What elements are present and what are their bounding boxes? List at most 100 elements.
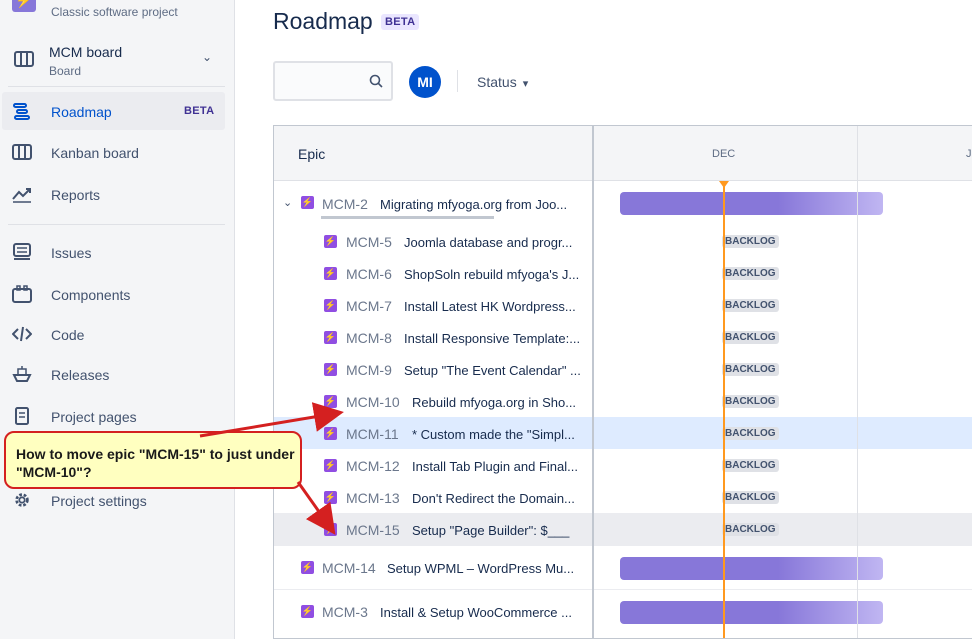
reports-icon xyxy=(12,188,31,203)
epic-icon: ⚡ xyxy=(301,605,314,618)
page-icon xyxy=(15,407,29,425)
issue-key[interactable]: MCM-13 xyxy=(346,490,400,506)
kanban-icon xyxy=(12,144,32,160)
issue-key[interactable]: MCM-12 xyxy=(346,458,400,474)
epic-icon: ⚡ xyxy=(324,235,337,248)
table-row[interactable]: ⚡ MCM-9 Setup "The Event Calendar" ... B… xyxy=(274,353,972,385)
sidebar-item-kanban-board[interactable]: Kanban board xyxy=(2,133,225,171)
status-badge: BACKLOG xyxy=(722,299,779,312)
epic-timeline-bar[interactable] xyxy=(620,557,883,580)
status-badge: BACKLOG xyxy=(722,363,779,376)
table-row-hovered[interactable]: ⚡ MCM-15 Setup "Page Builder": $___ BACK… xyxy=(274,513,972,545)
issue-summary[interactable]: Install Tab Plugin and Final... xyxy=(412,459,586,474)
releases-icon xyxy=(12,366,32,382)
table-row[interactable]: ⚡ MCM-13 Don't Redirect the Domain... BA… xyxy=(274,481,972,513)
issue-summary[interactable]: ShopSoln rebuild mfyoga's J... xyxy=(404,267,586,282)
epic-timeline-bar[interactable] xyxy=(620,192,883,215)
issue-summary[interactable]: Don't Redirect the Domain... xyxy=(412,491,586,506)
epic-icon: ⚡ xyxy=(301,196,314,209)
epic-icon: ⚡ xyxy=(324,427,337,440)
chevron-down-icon[interactable]: ⌄ xyxy=(202,50,212,64)
issue-summary[interactable]: * Custom made the "Simpl... xyxy=(412,427,586,442)
status-badge: BACKLOG xyxy=(722,523,779,536)
board-selector[interactable]: MCM board Board ⌄ xyxy=(0,40,235,82)
sidebar-item-issues[interactable]: Issues xyxy=(2,233,225,271)
table-row[interactable]: ⚡ MCM-12 Install Tab Plugin and Final...… xyxy=(274,449,972,481)
issue-key[interactable]: MCM-11 xyxy=(346,426,399,442)
avatar[interactable]: MI xyxy=(409,66,441,98)
table-row[interactable]: ⚡ MCM-14 Setup WPML – WordPress Mu... xyxy=(274,545,972,589)
sidebar-item-roadmap[interactable]: Roadmap BETA xyxy=(2,92,225,130)
sidebar-item-label: Roadmap xyxy=(51,104,112,120)
sidebar-item-label: Kanban board xyxy=(51,145,139,161)
column-divider[interactable] xyxy=(592,126,594,638)
chevron-down-icon[interactable]: ⌄ xyxy=(283,196,292,209)
sidebar-item-reports[interactable]: Reports xyxy=(2,175,225,213)
issue-key[interactable]: MCM-5 xyxy=(346,234,392,250)
code-icon xyxy=(12,326,32,342)
table-row[interactable]: ⌄ ⚡ MCM-2 Migrating mfyoga.org from Joo.… xyxy=(274,181,972,225)
status-badge: BACKLOG xyxy=(722,267,779,280)
sidebar: ⚡ Classic software project MCM board Boa… xyxy=(0,0,235,639)
sidebar-item-project-pages[interactable]: Project pages xyxy=(2,397,225,435)
table-row[interactable]: ⚡ MCM-6 ShopSoln rebuild mfyoga's J... B… xyxy=(274,257,972,289)
issue-key[interactable]: MCM-14 xyxy=(322,560,376,576)
month-divider xyxy=(857,126,858,638)
issue-summary[interactable]: Joomla database and progr... xyxy=(404,235,586,250)
epic-column-header: Epic xyxy=(274,126,593,181)
epic-icon: ⚡ xyxy=(324,491,337,504)
sidebar-item-code[interactable]: Code xyxy=(2,315,225,353)
components-icon xyxy=(12,285,32,303)
issue-summary[interactable]: Install Responsive Template:... xyxy=(404,331,586,346)
beta-badge: BETA xyxy=(184,105,215,117)
status-filter-label: Status xyxy=(477,74,517,90)
sidebar-item-label: Issues xyxy=(51,245,92,261)
table-row-selected[interactable]: ⚡ MCM-11 * Custom made the "Simpl... BAC… xyxy=(274,417,972,449)
board-name: MCM board xyxy=(49,44,123,60)
issue-key[interactable]: MCM-2 xyxy=(322,196,368,212)
sidebar-item-label: Project pages xyxy=(51,409,137,425)
issue-key[interactable]: MCM-15 xyxy=(346,522,400,538)
epic-timeline-bar[interactable] xyxy=(620,601,883,624)
status-filter-button[interactable]: Status ▾ xyxy=(477,74,528,90)
sidebar-item-releases[interactable]: Releases xyxy=(2,355,225,393)
status-badge: BACKLOG xyxy=(722,491,779,504)
search-input[interactable] xyxy=(273,61,393,101)
epic-icon: ⚡ xyxy=(324,267,337,280)
issue-summary[interactable]: Setup "The Event Calendar" ... xyxy=(404,363,586,378)
status-badge: BACKLOG xyxy=(722,235,779,248)
gear-icon xyxy=(15,493,29,507)
issue-summary[interactable]: Rebuild mfyoga.org in Sho... xyxy=(412,395,586,410)
issue-key[interactable]: MCM-9 xyxy=(346,362,392,378)
epic-header-label: Epic xyxy=(298,146,326,162)
epic-icon: ⚡ xyxy=(324,395,337,408)
table-row[interactable]: ⚡ MCM-5 Joomla database and progr... BAC… xyxy=(274,225,972,257)
main-content: Roadmap BETA MI Status ▾ Epic DEC J ⌄ ⚡ M… xyxy=(235,0,972,639)
board-sub: Board xyxy=(49,64,82,78)
epic-icon: ⚡ xyxy=(324,331,337,344)
sidebar-item-components[interactable]: Components xyxy=(2,275,225,313)
issue-summary[interactable]: Setup "Page Builder": $___ xyxy=(412,523,586,538)
table-row[interactable]: ⚡ MCM-7 Install Latest HK Wordpress... B… xyxy=(274,289,972,321)
issue-key[interactable]: MCM-3 xyxy=(322,604,368,620)
table-row[interactable]: ⚡ MCM-10 Rebuild mfyoga.org in Sho... BA… xyxy=(274,385,972,417)
annotation-callout: How to move epic "MCM-15" to just under … xyxy=(4,431,302,489)
issue-key[interactable]: MCM-10 xyxy=(346,394,400,410)
epic-icon: ⚡ xyxy=(324,523,337,536)
roadmap-grid: Epic DEC J ⌄ ⚡ MCM-2 Migrating mfyoga.or… xyxy=(273,125,972,639)
issue-summary[interactable]: Install & Setup WooCommerce ... xyxy=(380,605,585,620)
divider xyxy=(8,224,225,225)
status-badge: BACKLOG xyxy=(722,459,779,472)
issue-key[interactable]: MCM-7 xyxy=(346,298,392,314)
sidebar-item-label: Releases xyxy=(51,367,110,383)
table-row[interactable]: ⚡ MCM-3 Install & Setup WooCommerce ... xyxy=(274,589,972,633)
table-row[interactable]: ⚡ MCM-8 Install Responsive Template:... … xyxy=(274,321,972,353)
today-marker-line xyxy=(723,181,725,638)
project-avatar-icon[interactable]: ⚡ xyxy=(12,0,36,12)
issue-key[interactable]: MCM-6 xyxy=(346,266,392,282)
issue-key[interactable]: MCM-8 xyxy=(346,330,392,346)
issue-summary[interactable]: Setup WPML – WordPress Mu... xyxy=(387,561,585,576)
issue-summary[interactable]: Migrating mfyoga.org from Joo... xyxy=(380,197,585,212)
project-type: Classic software project xyxy=(51,5,178,19)
issue-summary[interactable]: Install Latest HK Wordpress... xyxy=(404,299,586,314)
